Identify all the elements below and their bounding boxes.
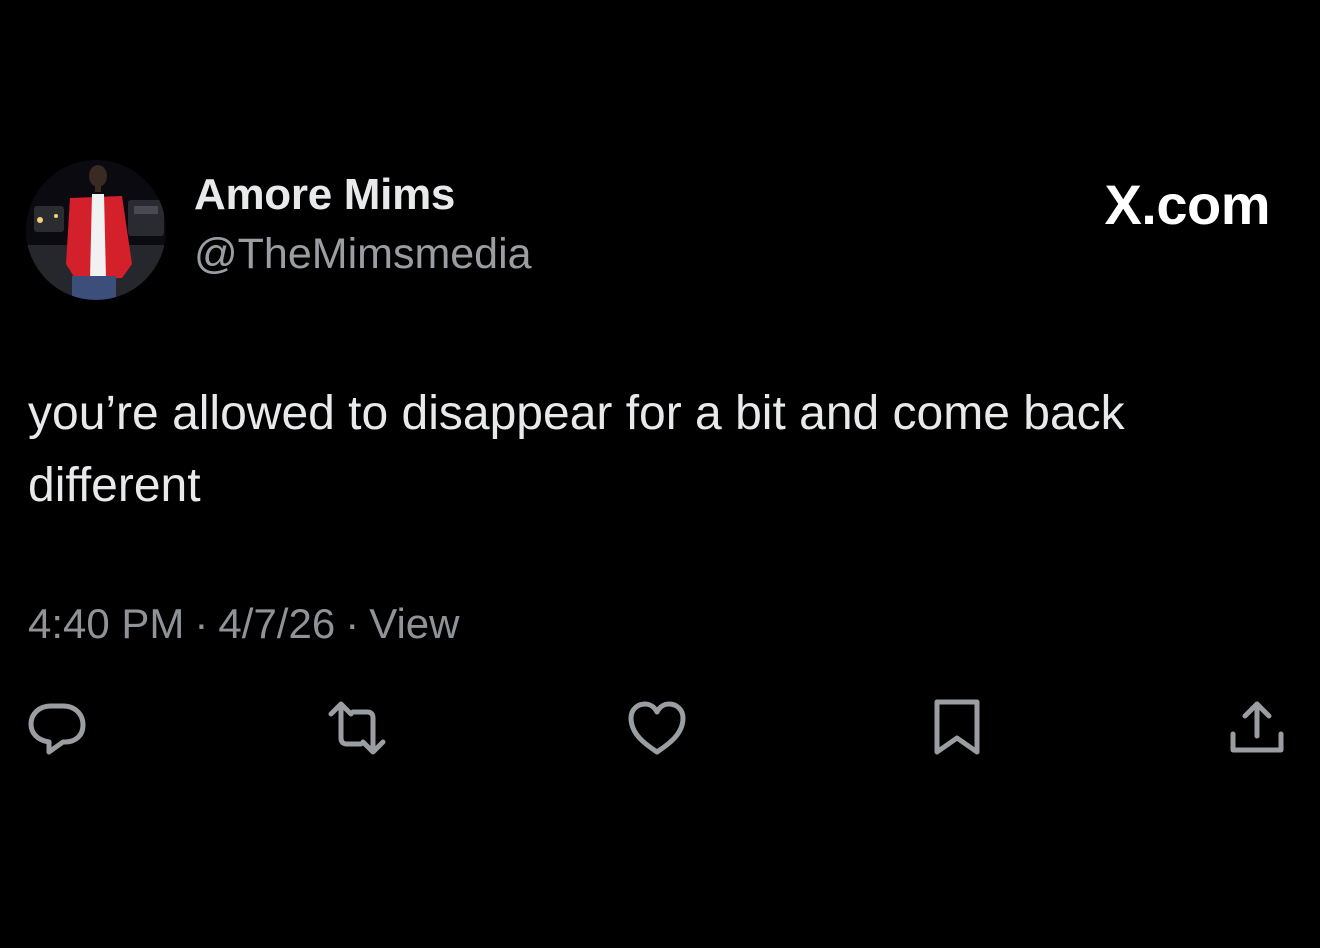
- tweet-time[interactable]: 4:40 PM: [28, 600, 184, 647]
- x-com-logo: X.com: [1104, 173, 1270, 236]
- meta-separator: ·: [345, 600, 360, 647]
- like-button[interactable]: [625, 696, 689, 760]
- bookmark-button[interactable]: [925, 696, 989, 760]
- reply-icon: [28, 703, 86, 755]
- reply-button[interactable]: [25, 696, 89, 760]
- share-button[interactable]: [1225, 696, 1289, 760]
- avatar-photo: [26, 160, 166, 300]
- author-handle[interactable]: @TheMimsmedia: [194, 230, 532, 279]
- bookmark-icon: [934, 699, 980, 755]
- action-bar: [0, 696, 1320, 760]
- repost-icon: [328, 701, 386, 755]
- meta-separator: ·: [194, 600, 209, 647]
- share-icon: [1230, 701, 1284, 753]
- tweet-text: you’re allowed to disappear for a bit an…: [28, 387, 1125, 512]
- tweet-meta: 4:40 PM · 4/7/26 · View: [28, 600, 459, 648]
- heart-icon: [628, 701, 686, 755]
- repost-button[interactable]: [325, 696, 389, 760]
- tweet-date[interactable]: 4/7/26: [218, 600, 335, 647]
- view-link[interactable]: View: [369, 600, 459, 647]
- author-name[interactable]: Amore Mims: [194, 170, 455, 220]
- avatar[interactable]: [26, 160, 166, 300]
